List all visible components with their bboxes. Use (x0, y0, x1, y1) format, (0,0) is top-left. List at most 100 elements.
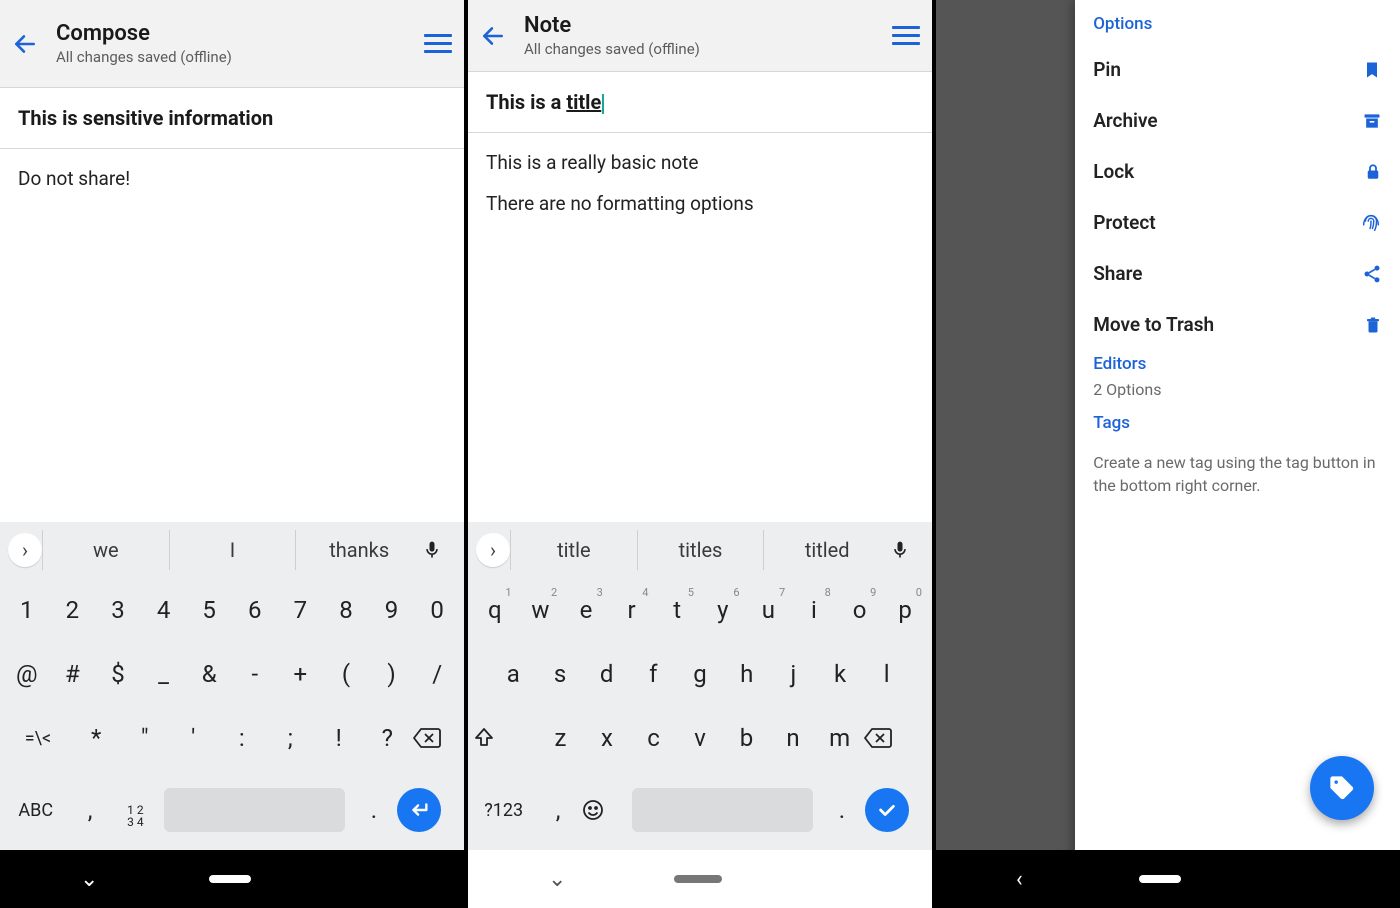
key[interactable]: t5 (654, 584, 700, 636)
key[interactable]: " (120, 712, 169, 764)
key-period[interactable]: . (819, 784, 864, 836)
option-archive[interactable]: Archive (1093, 95, 1382, 146)
key[interactable]: j (770, 648, 817, 700)
suggestion[interactable]: titled (763, 530, 890, 570)
option-protect[interactable]: Protect (1093, 197, 1382, 248)
expand-icon[interactable]: › (476, 533, 510, 567)
key[interactable]: 0 (414, 584, 460, 636)
key[interactable]: 3 (95, 584, 141, 636)
key[interactable]: $ (95, 648, 141, 700)
key-shift[interactable] (472, 714, 537, 762)
nav-back-icon[interactable]: ‹ (1016, 867, 1023, 892)
suggestion[interactable]: title (510, 530, 637, 570)
key[interactable]: n (770, 712, 817, 764)
key[interactable]: e3 (563, 584, 609, 636)
nav-collapse-icon[interactable]: ⌄ (80, 867, 98, 892)
key[interactable]: 4 (141, 584, 187, 636)
key[interactable]: v (677, 712, 724, 764)
key[interactable]: o9 (837, 584, 883, 636)
key[interactable]: =\< (4, 716, 72, 761)
suggestion[interactable]: we (42, 530, 169, 570)
key[interactable]: f (630, 648, 677, 700)
note-title-field[interactable]: This is a title (468, 72, 932, 133)
nav-home-icon[interactable] (674, 875, 722, 883)
key[interactable]: m (816, 712, 863, 764)
key[interactable]: ! (315, 712, 364, 764)
option-move-to-trash[interactable]: Move to Trash (1093, 299, 1382, 350)
key-period[interactable]: . (351, 784, 396, 836)
note-title-field[interactable]: This is sensitive information (0, 88, 464, 149)
key[interactable]: ; (266, 712, 315, 764)
key[interactable]: 1 (4, 584, 50, 636)
key[interactable]: 9 (369, 584, 415, 636)
key[interactable]: a (490, 648, 537, 700)
key-backspace[interactable] (863, 715, 928, 761)
key[interactable]: 5 (186, 584, 232, 636)
menu-icon[interactable] (892, 21, 920, 50)
key-backspace[interactable] (412, 715, 461, 761)
option-lock[interactable]: Lock (1093, 146, 1382, 197)
key[interactable]: d (583, 648, 630, 700)
back-icon[interactable] (12, 31, 38, 57)
key[interactable]: q1 (472, 584, 518, 636)
suggestion[interactable]: thanks (295, 530, 422, 570)
option-pin[interactable]: Pin (1093, 44, 1382, 95)
key[interactable]: y6 (700, 584, 746, 636)
key[interactable]: / (414, 648, 460, 700)
expand-icon[interactable]: › (8, 533, 42, 567)
key-space[interactable] (632, 788, 813, 832)
key[interactable]: 2 (50, 584, 96, 636)
nav-home-icon[interactable] (1139, 875, 1181, 883)
key-enter[interactable] (397, 776, 460, 844)
key[interactable]: - (232, 648, 278, 700)
key[interactable]: 7 (278, 584, 324, 636)
key[interactable]: s (537, 648, 584, 700)
key[interactable]: k (817, 648, 864, 700)
key[interactable]: ? (363, 712, 412, 764)
note-body-field[interactable]: This is a really basic note There are no… (468, 133, 932, 522)
key-space[interactable] (164, 788, 345, 832)
key-1234[interactable]: 1 23 4 (113, 780, 158, 840)
key[interactable]: 8 (323, 584, 369, 636)
key[interactable]: _ (141, 648, 187, 700)
key[interactable]: & (186, 648, 232, 700)
key[interactable]: h (723, 648, 770, 700)
key[interactable]: # (50, 648, 96, 700)
note-body-field[interactable]: Do not share! (0, 149, 464, 522)
key[interactable]: + (278, 648, 324, 700)
key[interactable]: g (677, 648, 724, 700)
key-comma[interactable]: , (535, 784, 580, 836)
menu-icon[interactable] (424, 29, 452, 58)
key[interactable]: ) (369, 648, 415, 700)
key[interactable]: : (217, 712, 266, 764)
add-tag-button[interactable] (1310, 756, 1374, 820)
key[interactable]: 6 (232, 584, 278, 636)
key-symbols[interactable]: ?123 (472, 788, 535, 833)
key-emoji[interactable] (581, 786, 626, 834)
key[interactable]: l (863, 648, 910, 700)
key-abc[interactable]: ABC (4, 788, 67, 833)
nav-collapse-icon[interactable]: ⌄ (548, 867, 566, 892)
key[interactable]: c (630, 712, 677, 764)
suggestion[interactable]: titles (637, 530, 764, 570)
nav-home-icon[interactable] (209, 875, 251, 883)
key[interactable]: ( (323, 648, 369, 700)
key[interactable]: b (723, 712, 770, 764)
key[interactable]: * (72, 712, 121, 764)
key[interactable]: x (584, 712, 631, 764)
mic-icon[interactable] (890, 538, 924, 562)
suggestion[interactable]: I (169, 530, 296, 570)
key[interactable]: i8 (791, 584, 837, 636)
key[interactable]: w2 (518, 584, 564, 636)
key[interactable]: p0 (882, 584, 928, 636)
option-share[interactable]: Share (1093, 248, 1382, 299)
key[interactable]: ' (169, 712, 218, 764)
key[interactable]: u7 (746, 584, 792, 636)
key-done[interactable] (865, 776, 928, 844)
back-icon[interactable] (480, 23, 506, 49)
key-comma[interactable]: , (67, 784, 112, 836)
key[interactable]: z (537, 712, 584, 764)
key[interactable]: r4 (609, 584, 655, 636)
key[interactable]: @ (4, 648, 50, 700)
mic-icon[interactable] (422, 538, 456, 562)
